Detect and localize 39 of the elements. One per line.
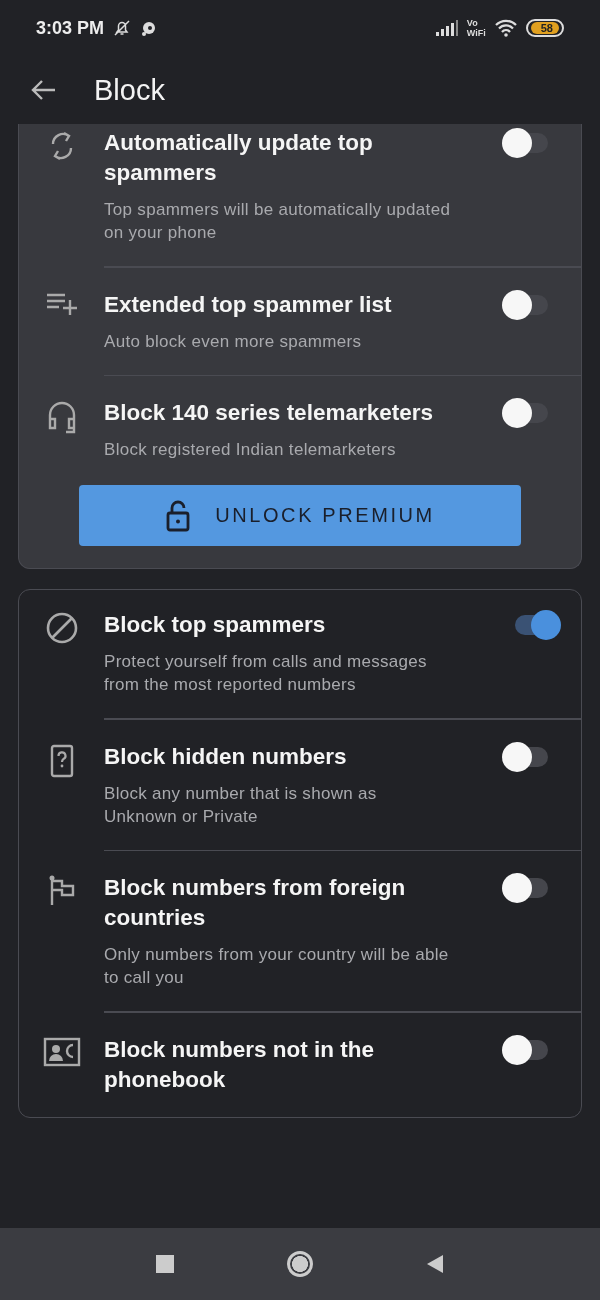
status-time: 3:03 PM (36, 17, 105, 39)
setting-description: Only numbers from your country will be able to call you (104, 944, 450, 989)
page-title: Block (94, 73, 165, 107)
unlock-premium-button[interactable]: UNLOCK PREMIUM (79, 485, 521, 546)
setting-description: Top spammers will be automatically updated on your phone (104, 199, 452, 244)
toggle-switch[interactable] (502, 1034, 548, 1065)
wifi-icon (493, 19, 518, 37)
toggle-switch[interactable] (502, 289, 548, 320)
headset-icon (46, 400, 77, 434)
toggle-switch[interactable] (515, 610, 561, 640)
battery-icon: 58 (525, 19, 564, 37)
recents-button[interactable] (156, 1255, 175, 1273)
contact-card-icon (42, 1036, 81, 1067)
back-arrow-icon[interactable] (30, 79, 56, 101)
setting-title: Automatically update top spammers (104, 129, 374, 187)
block-icon (45, 612, 78, 644)
setting-title: Block top spammers (104, 611, 326, 639)
setting-title: Extended top spammer list (104, 290, 392, 319)
back-button[interactable] (425, 1254, 444, 1274)
setting-description: Protect yourself from calls and messages from the most reported numbers (104, 651, 428, 696)
flag-icon (48, 875, 75, 905)
setting-title: Block numbers not in the phonebook (104, 1035, 376, 1094)
setting-description: Block any number that is shown as Unknown or Private (104, 782, 378, 828)
toggle-switch[interactable] (502, 741, 548, 772)
toggle-switch[interactable] (502, 128, 548, 158)
toggle-switch[interactable] (502, 398, 548, 428)
setting-description: Block registered Indian telemarketers (104, 439, 396, 461)
home-button[interactable] (287, 1251, 313, 1277)
setting-title: Block hidden numbers (104, 742, 347, 771)
signal-icon (434, 20, 459, 36)
toggle-switch[interactable] (502, 873, 548, 903)
phone-question-icon (49, 743, 74, 778)
setting-description: Auto block even more spammers (104, 330, 362, 353)
vowifi-label: Vo WiFi (466, 18, 486, 38)
setting-title: Block numbers from foreign countries (104, 874, 407, 932)
setting-title: Block 140 series telemarketers (104, 399, 433, 427)
playlist-add-icon (45, 291, 78, 316)
lock-icon (165, 499, 192, 532)
bell-off-icon (112, 18, 133, 38)
